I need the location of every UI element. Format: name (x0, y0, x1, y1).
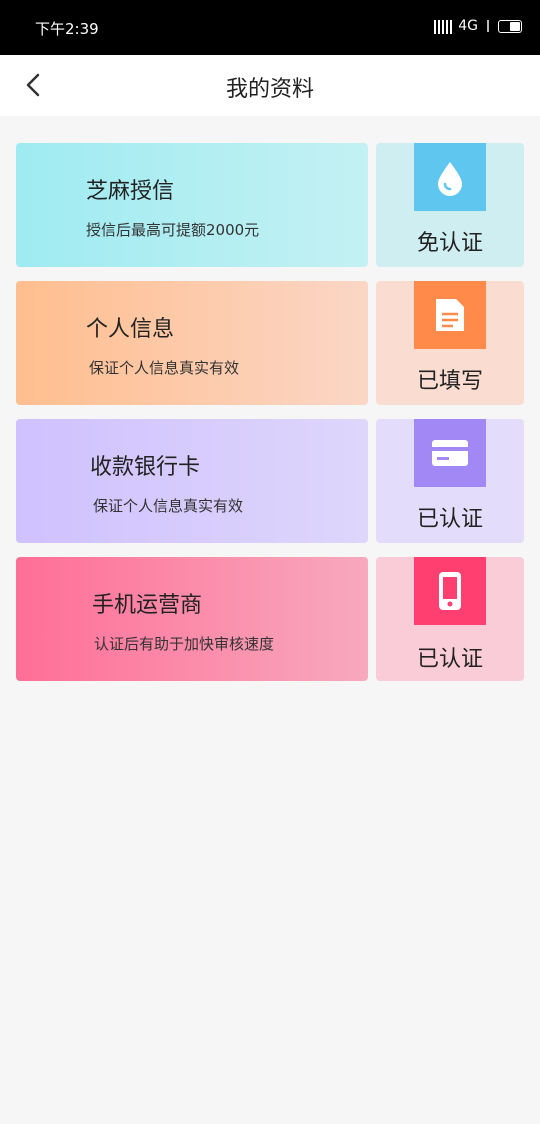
mobile-carrier-card[interactable]: 手机运营商 认证后有助于加快审核速度 已认证 (16, 557, 524, 681)
card-main[interactable]: 收款银行卡 保证个人信息真实有效 (16, 419, 368, 543)
signal-icon (434, 18, 453, 34)
status-bar: 下午2:39 4G (0, 0, 540, 55)
status-label: 已认证 (416, 507, 483, 532)
status-label: 已认证 (416, 647, 483, 672)
card-main[interactable]: 个人信息 保证个人信息真实有效 (16, 281, 368, 405)
card-subtitle: 认证后有助于加快审核速度 (94, 635, 275, 653)
card-status-panel[interactable]: 免认证 (376, 143, 524, 267)
card-title: 芝麻授信 (86, 179, 175, 204)
page-title: 我的资料 (225, 77, 314, 102)
document-icon (414, 281, 486, 349)
card-subtitle: 保证个人信息真实有效 (89, 359, 240, 377)
divider (487, 20, 489, 32)
card-subtitle: 保证个人信息真实有效 (93, 497, 244, 515)
status-time: 下午2:39 (35, 20, 99, 38)
card-main[interactable]: 手机运营商 认证后有助于加快审核速度 (16, 557, 368, 681)
card-title: 个人信息 (86, 317, 175, 342)
card-status-panel[interactable]: 已填写 (376, 281, 524, 405)
card-status-panel[interactable]: 已认证 (376, 419, 524, 543)
network-type: 4G (458, 18, 478, 34)
drop-icon (414, 143, 486, 211)
bank-card-card[interactable]: 收款银行卡 保证个人信息真实有效 已认证 (16, 419, 524, 543)
card-status-panel[interactable]: 已认证 (376, 557, 524, 681)
bank-card-icon (414, 419, 486, 487)
card-subtitle: 授信后最高可提额2000元 (86, 221, 260, 239)
status-icons: 4G (434, 18, 522, 34)
zhima-credit-card[interactable]: 芝麻授信 授信后最高可提额2000元 免认证 (16, 143, 524, 267)
mobile-phone-icon (414, 557, 486, 625)
card-title: 手机运营商 (92, 593, 203, 618)
card-title: 收款银行卡 (90, 455, 201, 480)
personal-info-card[interactable]: 个人信息 保证个人信息真实有效 已填写 (16, 281, 524, 405)
battery-icon (498, 19, 522, 33)
nav-bar: 我的资料 (0, 55, 540, 116)
status-label: 免认证 (416, 231, 483, 256)
card-main[interactable]: 芝麻授信 授信后最高可提额2000元 (16, 143, 368, 267)
status-label: 已填写 (416, 369, 483, 394)
